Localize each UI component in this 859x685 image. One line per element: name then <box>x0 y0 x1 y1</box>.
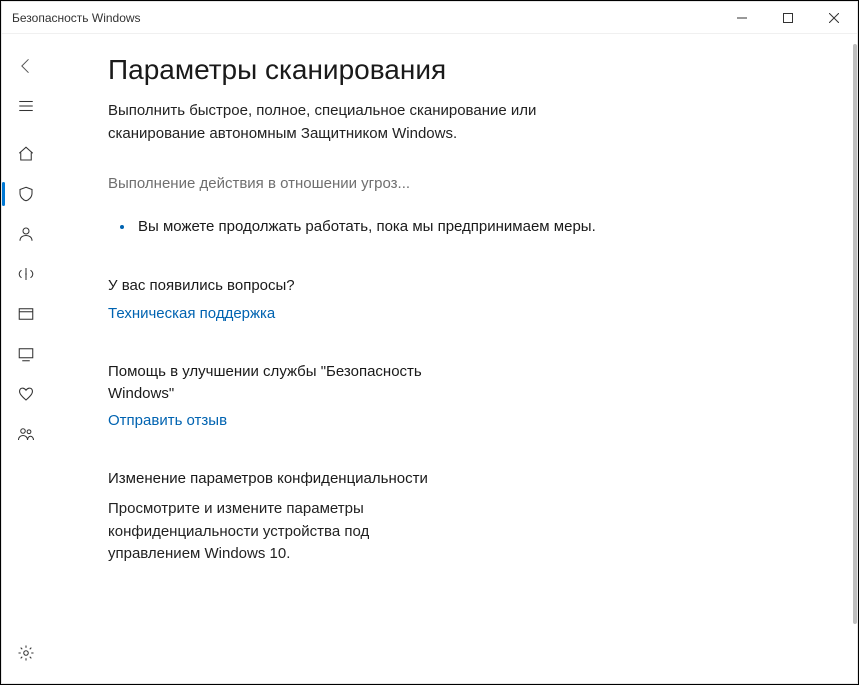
app-browser-icon[interactable] <box>6 294 46 334</box>
firewall-icon[interactable] <box>6 254 46 294</box>
settings-icon[interactable] <box>6 633 46 673</box>
window-title: Безопасность Windows <box>12 11 141 25</box>
window-controls <box>719 2 857 33</box>
improve-title: Помощь в улучшении службы "Безопасность … <box>108 361 448 405</box>
health-icon[interactable] <box>6 374 46 414</box>
close-button[interactable] <box>811 2 857 33</box>
spinner-icon <box>120 225 124 229</box>
content-area: Параметры сканирования Выполнить быстрое… <box>50 34 857 683</box>
status-line: Вы можете продолжать работать, пока мы п… <box>120 218 817 235</box>
questions-title: У вас появились вопросы? <box>108 275 448 297</box>
maximize-button[interactable] <box>765 2 811 33</box>
status-heading: Выполнение действия в отношении угроз... <box>108 175 817 192</box>
family-icon[interactable] <box>6 414 46 454</box>
shield-icon[interactable] <box>6 174 46 214</box>
section-questions: У вас появились вопросы? Техническая под… <box>108 275 448 323</box>
page-title: Параметры сканирования <box>108 54 817 86</box>
account-icon[interactable] <box>6 214 46 254</box>
menu-button[interactable] <box>6 86 46 126</box>
status-message: Вы можете продолжать работать, пока мы п… <box>138 218 596 235</box>
window-frame: Безопасность Windows <box>1 1 858 684</box>
window-body: Параметры сканирования Выполнить быстрое… <box>2 34 857 683</box>
content-scroll: Параметры сканирования Выполнить быстрое… <box>50 34 857 683</box>
privacy-title: Изменение параметров конфиденциальности <box>108 468 448 490</box>
titlebar: Безопасность Windows <box>2 2 857 34</box>
scrollbar[interactable] <box>853 44 857 624</box>
sidebar <box>2 34 50 683</box>
back-button[interactable] <box>6 46 46 86</box>
section-improve: Помощь в улучшении службы "Безопасность … <box>108 361 448 431</box>
device-security-icon[interactable] <box>6 334 46 374</box>
send-feedback-link[interactable]: Отправить отзыв <box>108 412 227 429</box>
home-icon[interactable] <box>6 134 46 174</box>
page-description: Выполнить быстрое, полное, специальное с… <box>108 100 628 145</box>
privacy-description: Просмотрите и измените параметры конфиде… <box>108 498 448 566</box>
technical-support-link[interactable]: Техническая поддержка <box>108 305 275 322</box>
minimize-button[interactable] <box>719 2 765 33</box>
section-privacy: Изменение параметров конфиденциальности … <box>108 468 448 565</box>
